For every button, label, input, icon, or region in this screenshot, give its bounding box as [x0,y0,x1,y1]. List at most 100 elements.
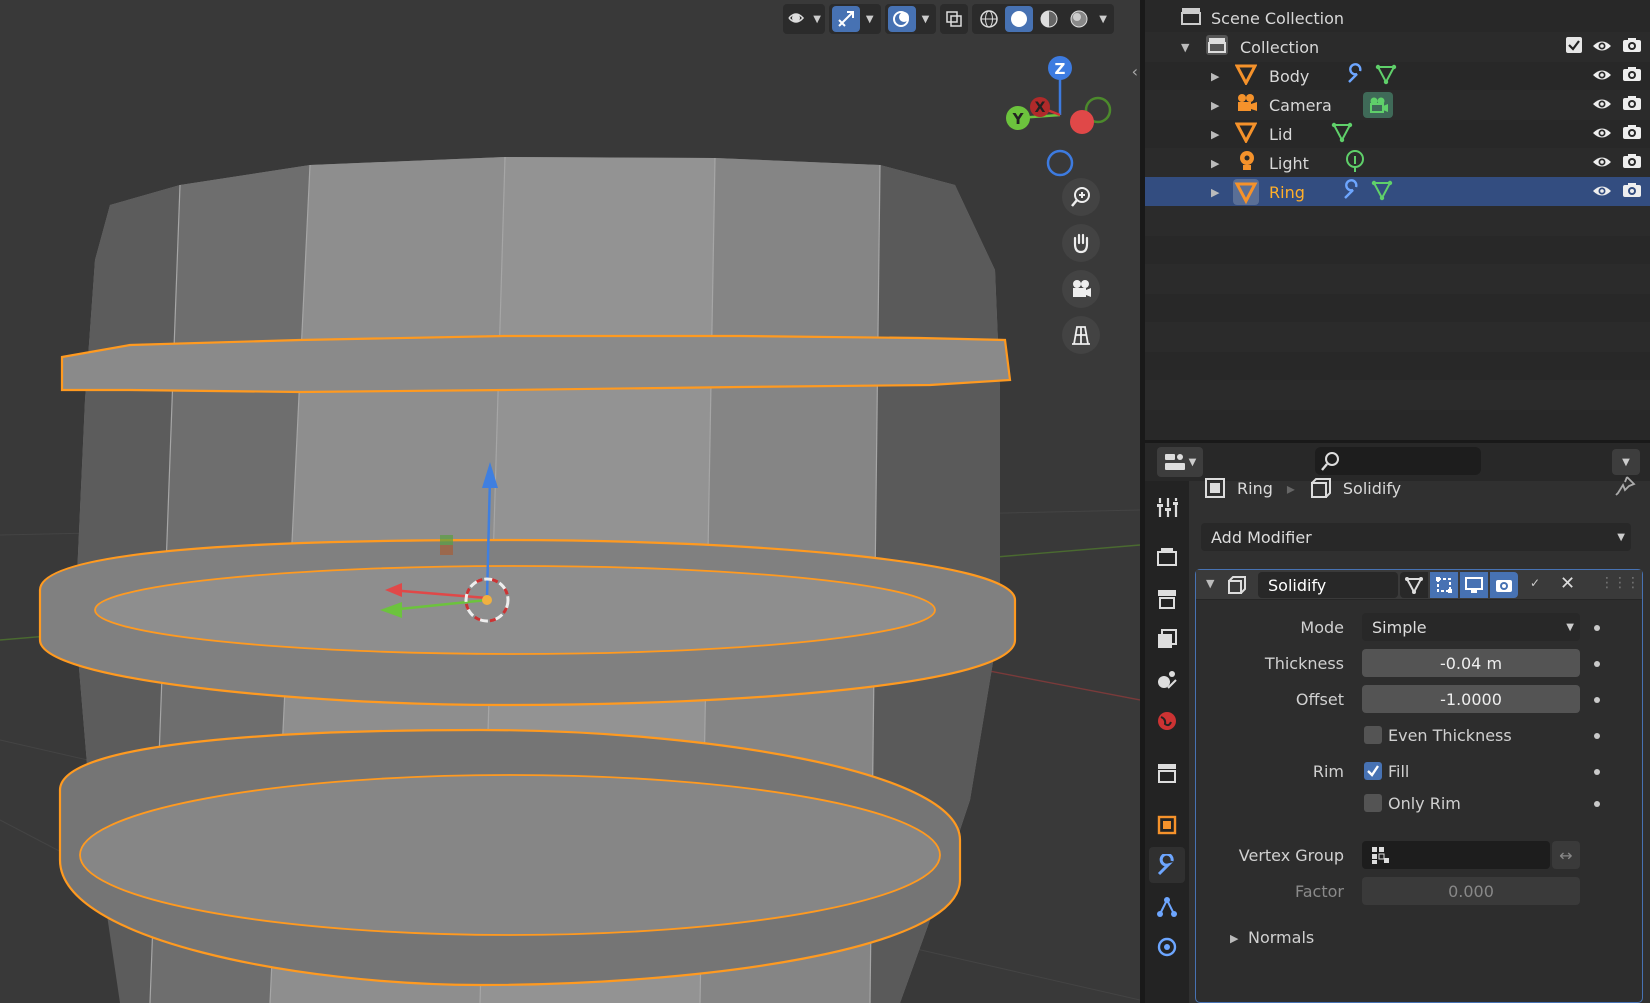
outliner-collection[interactable]: ▼ Collection [1145,32,1650,62]
search-icon [1321,452,1339,471]
light-data-icon[interactable] [1345,150,1365,176]
chevron-right-icon[interactable]: ▶ [1211,128,1225,141]
render-camera-icon[interactable] [1490,572,1518,598]
thickness-field[interactable]: -0.04 m [1362,649,1580,677]
material-shading-icon[interactable] [1035,6,1063,32]
gizmo-toggle-icon[interactable] [831,6,860,32]
chevron-right-icon[interactable]: ▶ [1211,99,1225,112]
fill-checkbox[interactable] [1364,762,1382,780]
object-name: Body [1269,66,1310,86]
outliner-item-ring[interactable]: ▶ Ring [1145,177,1650,207]
offset-field[interactable]: -1.0000 [1362,685,1580,713]
normals-subpanel[interactable]: Normals [1248,928,1314,947]
invert-vertex-group-icon[interactable]: ↔ [1552,841,1580,869]
keyframe-dot[interactable] [1594,733,1600,739]
render-camera-icon[interactable] [1622,95,1642,115]
tool-tab-icon[interactable] [1149,489,1185,525]
editmode-icon[interactable] [1430,572,1458,598]
zoom-icon[interactable] [1062,178,1100,216]
editmode-cage-icon[interactable] [1400,572,1428,598]
render-camera-icon[interactable] [1622,66,1642,86]
outliner-scene-collection[interactable]: Scene Collection [1145,3,1650,33]
chevron-right-icon[interactable]: ▶ [1211,70,1225,83]
visibility-eye-icon[interactable] [1592,183,1612,202]
mesh-data-icon[interactable] [1371,179,1393,205]
visibility-eye-icon[interactable] [1592,96,1612,115]
view-object-types-icon[interactable]: ▼ [783,4,825,34]
chevron-left-icon[interactable]: ‹ [1132,62,1138,81]
modifier-tab-icon[interactable] [1149,847,1185,883]
render-camera-icon[interactable] [1622,153,1642,173]
editor-type-button[interactable]: ▼ [1157,447,1203,477]
visibility-eye-icon[interactable] [1592,125,1612,144]
wrench-icon[interactable] [1341,179,1363,205]
pan-hand-icon[interactable] [1062,224,1100,262]
rendered-shading-icon[interactable] [1065,6,1093,32]
collection-tab-icon[interactable] [1149,755,1185,791]
keyframe-dot[interactable] [1594,801,1600,807]
visibility-eye-icon[interactable] [1592,67,1612,86]
keyframe-dot[interactable] [1594,661,1600,667]
view-layer-tab-icon[interactable] [1149,621,1185,657]
ring-middle-mesh[interactable] [38,538,1017,707]
ring-bottom-mesh[interactable] [58,728,962,987]
exclude-checkbox-icon[interactable] [1566,37,1582,57]
mesh-data-icon[interactable] [1331,121,1353,147]
camera-data-icon[interactable] [1363,92,1393,122]
factor-field[interactable]: 0.000 [1362,877,1580,905]
collapse-triangle-icon[interactable]: ▼ [1206,577,1214,590]
render-camera-icon[interactable] [1622,182,1642,202]
options-dropdown[interactable]: ▼ [1612,449,1640,475]
object-tab-icon[interactable] [1149,807,1185,843]
only-rim-checkbox[interactable] [1364,794,1382,812]
overlay-toggle-icon[interactable] [887,6,916,32]
mesh-data-icon[interactable] [1375,63,1397,89]
ortho-grid-icon[interactable] [1062,316,1100,354]
search-input[interactable] [1315,447,1481,475]
ring-top-mesh[interactable] [60,334,1012,394]
solid-shading-icon[interactable] [1005,6,1034,32]
even-thickness-checkbox[interactable] [1364,726,1382,744]
wireframe-shading-icon[interactable] [975,6,1003,32]
pin-icon[interactable] [1614,475,1636,501]
render-tab-icon[interactable] [1149,539,1185,575]
world-tab-icon[interactable] [1149,703,1185,739]
chevron-right-icon[interactable]: ▶ [1211,157,1225,170]
chevron-down-icon[interactable]: ▼ [1181,41,1195,54]
modifier-name-field[interactable]: Solidify [1258,572,1398,598]
outliner-item-lid[interactable]: ▶ Lid [1145,119,1650,149]
wrench-icon[interactable] [1345,63,1367,89]
chevron-down-icon: ▼ [1617,531,1625,543]
navigation-gizmo[interactable]: Z Y X [1000,50,1130,180]
render-camera-icon[interactable] [1622,124,1642,144]
outliner-item-light[interactable]: ▶ Light [1145,148,1650,178]
mode-dropdown[interactable]: Simple ▼ [1362,613,1580,641]
camera-view-icon[interactable] [1062,270,1100,308]
keyframe-dot[interactable] [1594,697,1600,703]
3d-viewport[interactable]: ▼ ▼ ▼ ▼ Z Y X ‹ [0,0,1140,1003]
outliner-item-camera[interactable]: ▶ Camera [1145,90,1650,120]
3d-scene[interactable] [0,0,1140,1003]
keyframe-dot[interactable] [1594,769,1600,775]
chevron-right-icon[interactable]: ▶ [1230,932,1238,945]
scene-tab-icon[interactable] [1149,661,1185,697]
drag-handle-icon[interactable]: ⋮⋮⋮ [1600,575,1640,591]
modifier-name: Solidify [1268,575,1327,595]
vertex-group-field[interactable] [1362,841,1550,869]
render-camera-icon[interactable] [1622,37,1642,57]
keyframe-dot[interactable] [1594,625,1600,631]
output-tab-icon[interactable] [1149,581,1185,617]
chevron-right-icon[interactable]: ▶ [1211,186,1225,199]
physics-tab-icon[interactable] [1149,929,1185,965]
outliner-item-body[interactable]: ▶ Body [1145,61,1650,91]
object-name: Ring [1269,182,1305,202]
particles-tab-icon[interactable] [1149,889,1185,925]
add-modifier-dropdown[interactable]: Add Modifier ▼ [1201,523,1631,551]
light-object-icon [1237,150,1257,176]
close-icon[interactable]: ✕ [1560,573,1575,594]
xray-icon[interactable] [940,4,969,34]
realtime-display-icon[interactable] [1460,572,1488,598]
chevron-down-icon[interactable]: ✓ [1530,576,1540,590]
visibility-eye-icon[interactable] [1592,38,1612,57]
visibility-eye-icon[interactable] [1592,154,1612,173]
